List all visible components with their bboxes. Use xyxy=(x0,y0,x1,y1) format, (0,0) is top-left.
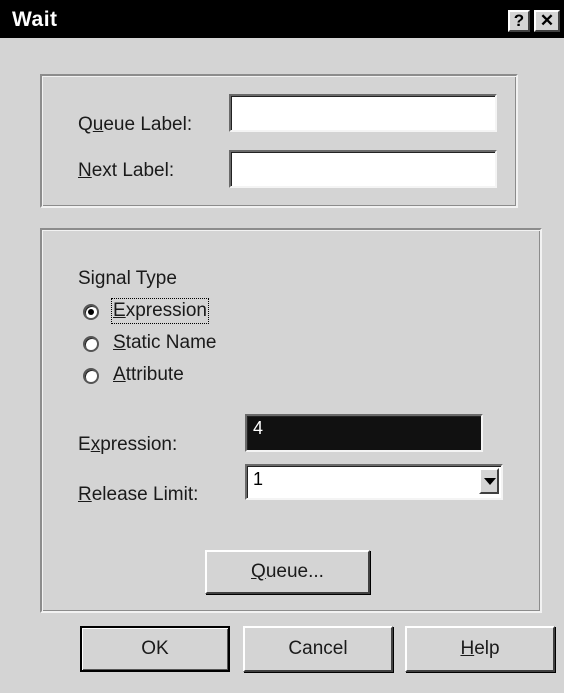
help-button[interactable]: Help xyxy=(405,626,555,672)
radio-attribute[interactable] xyxy=(83,368,99,384)
help-title-button[interactable]: ? xyxy=(508,10,530,32)
signal-type-heading: Signal Type xyxy=(78,268,177,289)
radio-static-name[interactable] xyxy=(83,336,99,352)
radio-selected-dot xyxy=(88,309,94,315)
queue-label-input[interactable] xyxy=(229,94,497,132)
release-limit-caption: Release Limit: xyxy=(78,484,199,505)
queue-label-caption: Queue Label: xyxy=(78,114,193,135)
expression-input[interactable]: 4 xyxy=(245,414,483,452)
chevron-down-icon[interactable] xyxy=(479,468,499,494)
radio-attribute-label[interactable]: Attribute xyxy=(113,364,184,386)
close-icon: ✕ xyxy=(539,11,555,30)
release-limit-select[interactable]: 1 xyxy=(245,464,503,500)
ok-button[interactable]: OK xyxy=(80,626,230,672)
close-title-button[interactable]: ✕ xyxy=(534,10,560,32)
release-limit-value: 1 xyxy=(253,469,264,489)
wait-dialog: Wait ? ✕ Queue Label: Next Label: Signal… xyxy=(0,0,564,693)
title-bar[interactable]: Wait ? ✕ xyxy=(0,0,564,38)
radio-expression-label[interactable]: Expression xyxy=(110,298,210,324)
radio-expression[interactable] xyxy=(83,304,99,320)
question-icon: ? xyxy=(513,11,525,30)
window-title: Wait xyxy=(12,8,58,31)
next-label-input[interactable] xyxy=(229,150,497,188)
expression-caption: Expression: xyxy=(78,434,178,455)
radio-static-name-label[interactable]: Static Name xyxy=(113,332,217,354)
queue-button[interactable]: Queue... xyxy=(205,550,370,594)
cancel-button[interactable]: Cancel xyxy=(243,626,393,672)
next-label-caption: Next Label: xyxy=(78,160,175,181)
